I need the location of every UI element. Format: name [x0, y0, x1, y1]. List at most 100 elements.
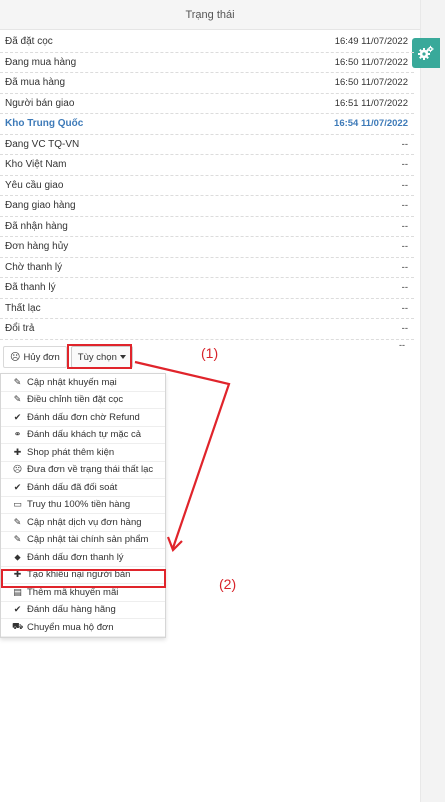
options-menu: ✎ Cập nhật khuyến mại ✎ Điều chỉnh tiền đặt…: [0, 373, 166, 638]
status-time: --: [401, 282, 408, 294]
menu-item-label: Cập nhật khuyến mại: [27, 376, 117, 388]
status-time: --: [401, 200, 408, 212]
check-icon: ✔: [13, 604, 22, 615]
status-time: --: [401, 302, 408, 314]
menu-item[interactable]: ✔ Đánh dấu hàng hãng: [1, 602, 165, 619]
menu-item-label: Chuyển mua hộ đơn: [27, 621, 114, 633]
check-circle-icon: ✔: [13, 481, 22, 492]
menu-item-label: Đánh dấu khách tự mặc cả: [27, 429, 142, 441]
status-label: Đang mua hàng: [5, 56, 77, 68]
annotation-box-2: [1, 569, 166, 588]
stray-dash: --: [399, 340, 405, 350]
menu-item-label: Shop phát thêm kiện: [27, 446, 115, 458]
menu-item[interactable]: ☹ Đưa đơn về trạng thái thất lạc: [1, 462, 165, 479]
money-icon: ▭: [13, 499, 22, 510]
status-time: 16:49 11/07/2022: [334, 36, 408, 48]
status-label: Chờ thanh lý: [5, 261, 63, 273]
menu-item[interactable]: ⬥ Đánh dấu đơn thanh lý: [1, 549, 165, 567]
status-row: Yêu cầu giao --: [0, 176, 414, 196]
tag-icon: ⬥: [14, 551, 21, 562]
status-time: --: [401, 261, 408, 273]
menu-item[interactable]: ✎ Cập nhật tài chính sản phẩm: [1, 532, 165, 549]
status-time: 16:51 11/07/2022: [334, 97, 408, 109]
menu-item[interactable]: ▭ Truy thu 100% tiền hàng: [1, 497, 165, 514]
status-label: Đang VC TQ-VN: [5, 138, 80, 150]
handshake-icon: ⚭: [13, 429, 22, 440]
status-row: Người bán giao 16:51 11/07/2022: [0, 94, 414, 114]
frown-icon: ☹: [12, 464, 23, 475]
status-label: Thất lạc: [5, 302, 41, 314]
status-row: Đổi trả --: [0, 319, 414, 340]
status-row: Đang giao hàng --: [0, 196, 414, 217]
status-label: Đơn hàng hủy: [5, 241, 69, 253]
cart-icon: ⛟: [12, 621, 24, 632]
status-time: --: [401, 323, 408, 335]
status-row: Chờ thanh lý --: [0, 258, 414, 278]
annotation-box-1: [67, 344, 132, 369]
plus-icon: ✚: [13, 446, 22, 457]
status-label: Yêu cầu giao: [5, 179, 64, 191]
menu-item-label: Đánh dấu đã đối soát: [27, 481, 118, 493]
menu-item-label: Đưa đơn về trạng thái thất lạc: [27, 464, 154, 476]
status-time: --: [401, 159, 408, 171]
status-row: Đang VC TQ-VN --: [0, 135, 414, 155]
menu-item[interactable]: ✔ Đánh dấu đã đối soát: [1, 479, 165, 497]
calculator-icon: ▤: [13, 586, 22, 597]
status-row: Đã đặt cọc 16:49 11/07/2022: [0, 32, 414, 53]
menu-item-label: Điều chỉnh tiền đặt cọc: [27, 394, 124, 406]
menu-item-label: Đánh dấu hàng hãng: [27, 604, 116, 616]
menu-item[interactable]: ✎ Điều chỉnh tiền đặt cọc: [1, 392, 165, 409]
status-label: Đã mua hàng: [5, 77, 66, 89]
menu-item-label: Thêm mã khuyến mãi: [27, 586, 119, 598]
status-row: Đã mua hàng 16:50 11/07/2022: [0, 73, 414, 94]
menu-item[interactable]: ⚭ Đánh dấu khách tự mặc cả: [1, 427, 165, 444]
status-label: Đã thanh lý: [5, 282, 56, 294]
frown-icon: ☹: [10, 351, 21, 363]
menu-item[interactable]: ✎ Cập nhật khuyến mại: [1, 374, 165, 392]
menu-item[interactable]: ✎ Cập nhật dịch vụ đơn hàng: [1, 514, 165, 532]
panel-title: Trạng thái: [0, 0, 420, 30]
status-time: --: [401, 138, 408, 150]
status-row: Đơn hàng hủy --: [0, 237, 414, 258]
status-row: Đã thanh lý --: [0, 278, 414, 299]
menu-item-label: Đánh dấu đơn thanh lý: [27, 551, 124, 563]
check-icon: ✔: [13, 411, 22, 422]
status-label: Đã nhận hàng: [5, 220, 68, 232]
gears-icon: [418, 45, 434, 60]
menu-item-label: Cập nhật dịch vụ đơn hàng: [27, 516, 142, 528]
annotation-label-1: (1): [201, 345, 219, 361]
status-label: Đang giao hàng: [5, 200, 76, 212]
status-time: --: [401, 179, 408, 191]
status-row: Đang mua hàng 16:50 11/07/2022: [0, 53, 414, 73]
menu-item-label: Truy thu 100% tiền hàng: [27, 499, 131, 511]
edit-icon: ✎: [13, 516, 22, 527]
status-row: Kho Việt Nam --: [0, 155, 414, 176]
status-row: Thất lạc --: [0, 299, 414, 319]
annotation-label-2: (2): [219, 576, 237, 592]
status-row: Kho Trung Quốc 16:54 11/07/2022: [0, 114, 414, 135]
status-label: Đổi trả: [5, 323, 35, 335]
status-label: Kho Trung Quốc: [5, 118, 84, 130]
edit-icon: ✎: [13, 394, 22, 405]
status-list: Đã đặt cọc 16:49 11/07/2022 Đang mua hàng 1…: [0, 32, 414, 340]
menu-item[interactable]: ✚ Shop phát thêm kiện: [1, 444, 165, 462]
cancel-order-button[interactable]: ☹ Hủy đơn: [3, 346, 67, 368]
edit-icon: ✎: [13, 534, 22, 545]
status-time: --: [401, 220, 408, 232]
status-time: 16:50 11/07/2022: [334, 77, 408, 89]
menu-item[interactable]: ⛟ Chuyển mua hộ đơn: [1, 619, 165, 637]
pencil-icon: ✎: [13, 376, 22, 387]
status-label: Kho Việt Nam: [5, 159, 67, 171]
status-label: Đã đặt cọc: [5, 36, 53, 48]
settings-toggle-button[interactable]: [412, 38, 440, 68]
status-time: 16:54 11/07/2022: [334, 118, 408, 130]
menu-item-label: Đánh dấu đơn chờ Refund: [27, 411, 140, 423]
cancel-order-label: Hủy đơn: [23, 351, 60, 363]
status-time: 16:50 11/07/2022: [334, 56, 408, 68]
menu-item-label: Cập nhật tài chính sản phẩm: [27, 534, 149, 546]
status-time: --: [401, 241, 408, 253]
status-row: Đã nhận hàng --: [0, 217, 414, 237]
status-label: Người bán giao: [5, 97, 75, 109]
right-side-panel: [420, 0, 445, 802]
menu-item[interactable]: ✔ Đánh dấu đơn chờ Refund: [1, 409, 165, 427]
